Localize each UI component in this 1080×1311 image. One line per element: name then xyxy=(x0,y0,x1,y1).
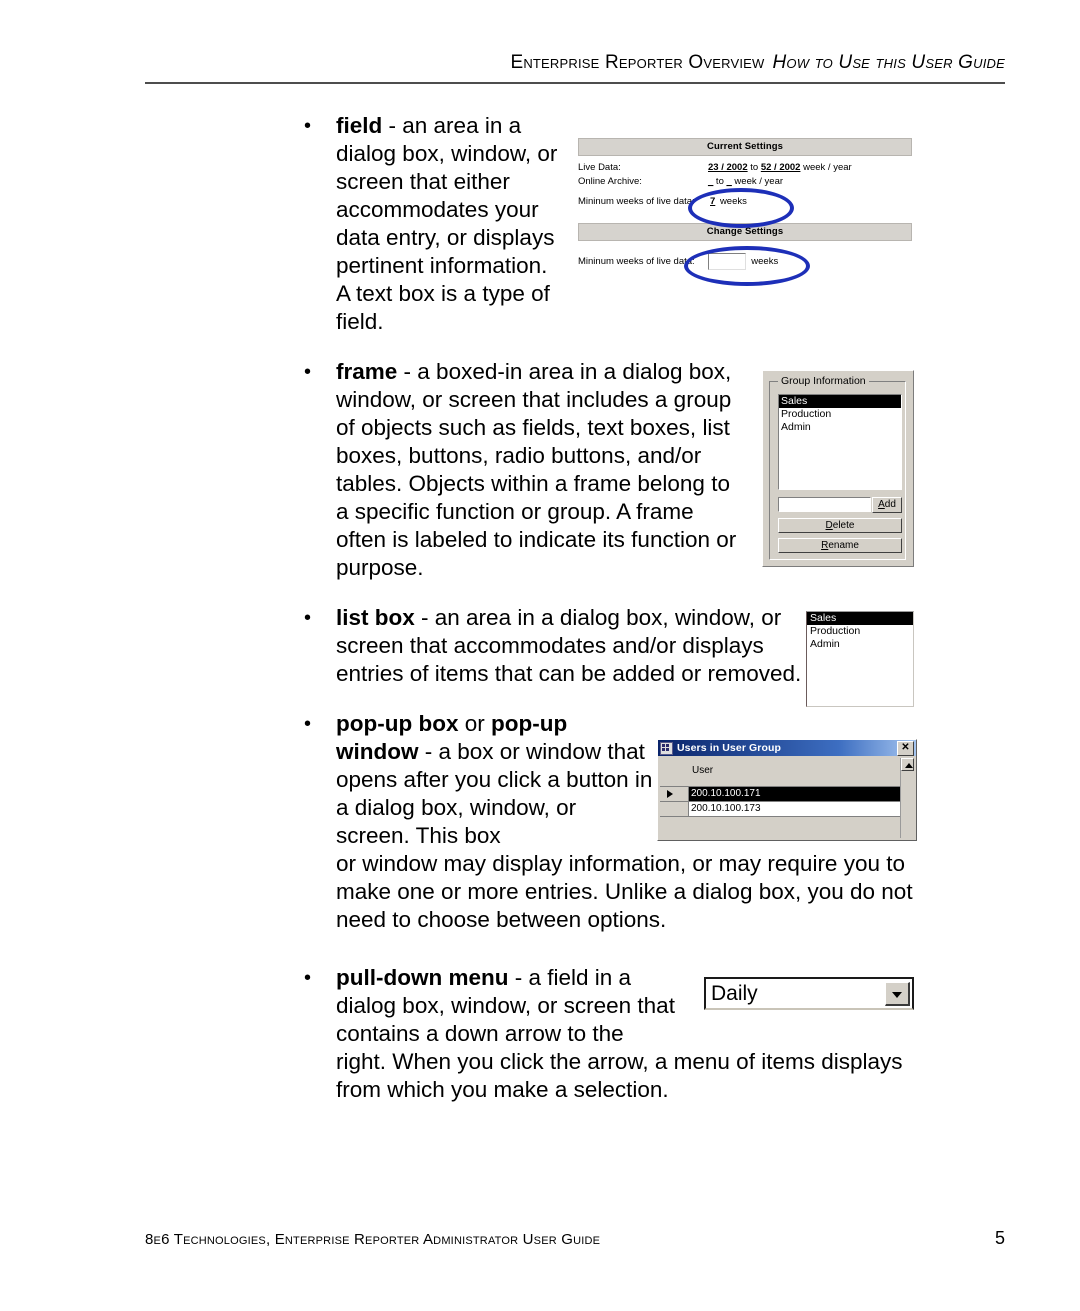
bullet-paragraph: list box - an area in a dialog box, wind… xyxy=(336,604,816,688)
close-icon[interactable]: ✕ xyxy=(897,740,914,756)
group-name-input[interactable] xyxy=(778,497,871,512)
definition-continuation: or window may display information, or ma… xyxy=(336,851,913,932)
bullet-paragraph: frame - a boxed-in area in a dialog box,… xyxy=(336,358,742,582)
online-archive-label: Online Archive: xyxy=(578,176,642,187)
term-list-box: list box xyxy=(336,605,415,630)
window-icon xyxy=(660,741,673,755)
header-subsection-title: How to Use this User Guide xyxy=(772,52,1005,73)
add-button[interactable]: Add xyxy=(872,497,902,513)
header-divider xyxy=(145,82,1005,84)
figure-list-box[interactable]: Sales Production Admin xyxy=(806,611,914,707)
settings-row-online-archive: Online Archive: _ to _ week / year xyxy=(578,176,912,187)
live-data-label: Live Data: xyxy=(578,162,621,173)
header-section-title: Enterprise Reporter Overview xyxy=(510,52,765,73)
groupbox-title-label: Group Information xyxy=(778,375,869,387)
vertical-scrollbar[interactable] xyxy=(900,758,914,838)
delete-button-label: elete xyxy=(832,520,855,531)
group-add-row: Add xyxy=(778,497,902,513)
footer-guide-title: 8e6 Technologies, Enterprise Reporter Ad… xyxy=(145,1231,601,1248)
term-dash: - xyxy=(414,605,435,630)
rename-button-label: ename xyxy=(828,540,859,551)
list-item[interactable]: Admin xyxy=(779,421,901,434)
bullet-paragraph: pull-down menu - a field in a dialog box… xyxy=(336,964,694,1048)
term-frame: frame xyxy=(336,359,398,384)
bullet-paragraph: pop-up box or pop-up window - a box or w… xyxy=(336,710,654,850)
current-settings-header: Current Settings xyxy=(578,138,912,156)
term-conjunction: or xyxy=(458,711,491,736)
online-archive-value: _ to _ week / year xyxy=(708,176,783,187)
page-number: 5 xyxy=(994,1228,1005,1248)
chevron-down-icon[interactable] xyxy=(885,981,910,1006)
group-information-groupbox: Group Information Sales Production Admin… xyxy=(769,375,906,560)
figure-pulldown-menu[interactable]: Daily xyxy=(704,977,914,1010)
table-row[interactable]: 200.10.100.171 xyxy=(660,786,900,801)
annotation-ellipse-current xyxy=(688,188,794,228)
add-button-label: dd xyxy=(884,499,896,510)
running-header: Enterprise Reporter Overview How to Use t… xyxy=(145,52,1005,74)
row-selector-icon xyxy=(660,802,689,816)
bullet-glyph: • xyxy=(304,607,312,629)
cell-user[interactable]: 200.10.100.173 xyxy=(689,802,900,816)
popup-body: User 200.10.100.171 200.10.100.173 xyxy=(658,756,916,840)
cell-user[interactable]: 200.10.100.171 xyxy=(689,787,900,801)
archive-to: to xyxy=(713,176,727,187)
archive-unit: week / year xyxy=(731,176,784,187)
scroll-up-arrow-icon[interactable] xyxy=(901,758,914,771)
bullet-glyph: • xyxy=(304,967,312,989)
add-button-accel: A xyxy=(878,499,885,510)
list-item[interactable]: Sales xyxy=(779,395,901,408)
term-dash: - xyxy=(382,113,403,138)
page-footer: 8e6 Technologies, Enterprise Reporter Ad… xyxy=(145,1228,1005,1249)
bullet-glyph: • xyxy=(304,361,312,383)
term-popup-box: pop-up box xyxy=(336,711,459,736)
live-data-unit: week / year xyxy=(800,162,852,173)
settings-row-live-data: Live Data: 23 / 2002 to 52 / 2002 week /… xyxy=(578,162,912,173)
bullet-glyph: • xyxy=(304,115,312,137)
live-data-end: 52 / 2002 xyxy=(760,162,801,173)
term-pulldown-menu: pull-down menu xyxy=(336,965,509,990)
annotation-ellipse-change xyxy=(684,246,810,286)
live-data-value: 23 / 2002 to 52 / 2002 week / year xyxy=(708,162,852,173)
document-page: Enterprise Reporter Overview How to Use t… xyxy=(0,0,1080,1311)
pulldown-selected-value: Daily xyxy=(711,981,758,1005)
list-item[interactable]: Production xyxy=(779,408,901,421)
rename-button[interactable]: Rename xyxy=(778,538,902,553)
table-row[interactable]: 200.10.100.173 xyxy=(660,801,900,817)
definition-text: an area in a dialog box, window, or scre… xyxy=(336,113,558,334)
popup-title-bar: Users in User Group ✕ xyxy=(658,740,916,756)
figure-settings-screenshot: Current Settings Live Data: 23 / 2002 to… xyxy=(578,138,912,286)
bullet-paragraph: field - an area in a dialog box, window,… xyxy=(336,112,564,336)
list-item[interactable]: Sales xyxy=(807,612,913,625)
definition-text: a boxed-in area in a dialog box, window,… xyxy=(336,359,737,580)
popup-window-title: Users in User Group xyxy=(677,742,782,754)
figure-popup-window: Users in User Group ✕ User 200.10.100.17… xyxy=(657,739,917,841)
delete-button-accel: D xyxy=(825,520,833,531)
term-dash: - xyxy=(508,965,529,990)
term-dash: - xyxy=(418,739,439,764)
list-item[interactable]: Production xyxy=(807,625,913,638)
bullet-glyph: • xyxy=(304,713,312,735)
delete-button[interactable]: Delete xyxy=(778,518,902,533)
live-data-to: to xyxy=(747,162,761,173)
column-header-user: User xyxy=(692,765,714,776)
list-item[interactable]: Admin xyxy=(807,638,913,651)
definition-continuation: right. When you click the arrow, a menu … xyxy=(336,1049,903,1102)
figure-group-information-frame: Group Information Sales Production Admin… xyxy=(762,370,914,567)
term-field: field xyxy=(336,113,383,138)
row-selector-icon xyxy=(660,787,689,801)
term-dash: - xyxy=(397,359,418,384)
group-list-box[interactable]: Sales Production Admin xyxy=(778,394,902,490)
live-data-start: 23 / 2002 xyxy=(708,162,748,173)
popup-data-grid: User 200.10.100.171 200.10.100.173 xyxy=(660,758,900,838)
